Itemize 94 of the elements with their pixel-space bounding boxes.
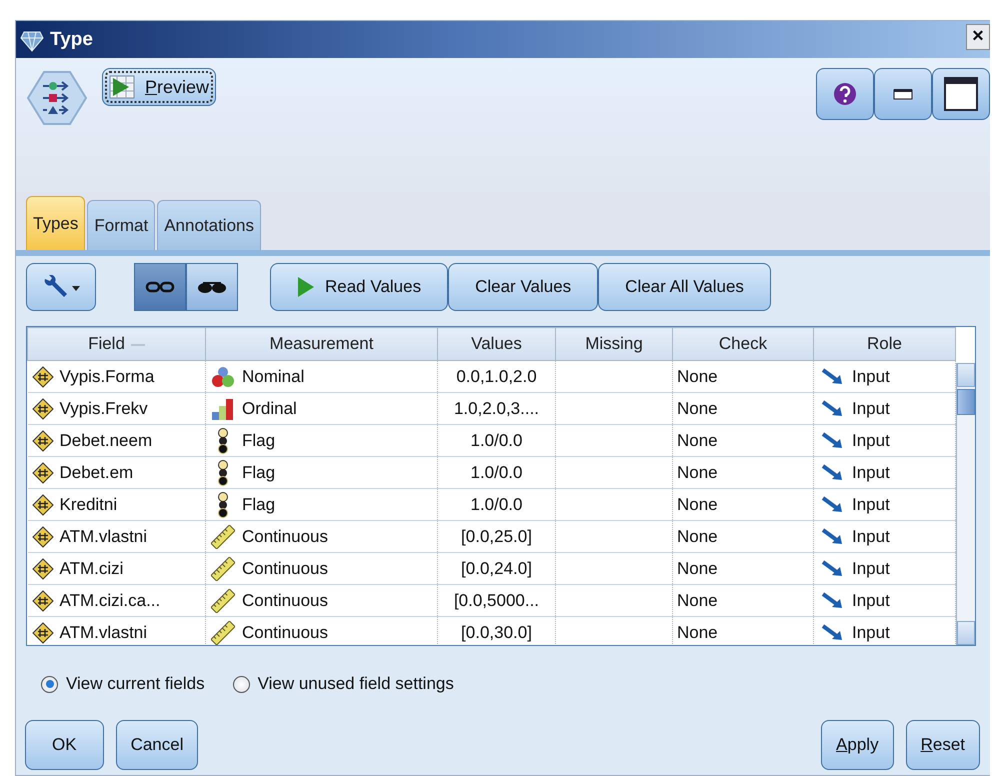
table-cell: None: [677, 398, 718, 418]
column-header[interactable]: Role: [814, 328, 956, 360]
hash-diamond-icon: [32, 398, 54, 420]
table-cell: Ordinal: [242, 398, 297, 418]
column-header[interactable]: Missing: [556, 328, 672, 360]
glasses-icon: [197, 280, 227, 294]
minimize-icon: [893, 88, 913, 100]
view-toggle[interactable]: [186, 263, 238, 311]
table-cell: Input: [852, 590, 890, 610]
radio-option[interactable]: View current fields: [41, 674, 205, 694]
table-cell: 1.0/0.0: [470, 494, 522, 514]
dialog-button[interactable]: OK: [25, 720, 104, 770]
beads-icon: [216, 460, 230, 486]
hash-diamond-icon: [32, 494, 54, 516]
table-cell: [0.0,24.0]: [461, 558, 532, 578]
maximize-button[interactable]: [932, 68, 990, 120]
table-cell: Kreditni: [60, 494, 118, 514]
beads-icon: [216, 492, 230, 518]
tab[interactable]: Types: [26, 196, 86, 250]
table-cell: Input: [852, 462, 890, 482]
hash-diamond-icon: [32, 526, 54, 548]
table-cell: [0.0,30.0]: [461, 622, 532, 642]
help-icon: [833, 82, 857, 106]
table-cell: None: [677, 558, 718, 578]
table-cell: 1.0,2.0,3....: [454, 398, 540, 418]
dialog-button[interactable]: Apply: [821, 720, 894, 770]
circles-icon: [211, 364, 235, 388]
table-cell: None: [677, 430, 718, 450]
hash-diamond-icon: [32, 430, 54, 452]
radio-option[interactable]: View unused field settings: [232, 674, 454, 694]
tab[interactable]: Format: [87, 200, 156, 250]
dialog-button[interactable]: Cancel: [116, 720, 198, 770]
preview-button[interactable]: Preview: [102, 68, 216, 106]
bar-steps-icon: [211, 396, 235, 420]
minimize-button[interactable]: [874, 68, 932, 120]
hash-diamond-icon: [32, 462, 54, 484]
link-icon: [145, 280, 175, 294]
table-cell: [0.0,5000...: [454, 590, 540, 610]
table-cell: ATM.cizi: [60, 558, 124, 578]
table-cell: Input: [852, 366, 890, 386]
table-cell: None: [677, 462, 718, 482]
hash-diamond-icon: [32, 558, 54, 580]
table-cell: Input: [852, 398, 890, 418]
toolbar-button[interactable]: Read Values: [270, 263, 448, 311]
table-cell: ATM.cizi.ca...: [60, 590, 160, 610]
table-cell: Continuous: [242, 558, 328, 578]
table-cell: Input: [852, 558, 890, 578]
table-cell: None: [677, 526, 718, 546]
table-cell: None: [677, 494, 718, 514]
table-cell: Input: [852, 430, 890, 450]
table-cell: Debet.em: [60, 462, 134, 482]
table-cell: Flag: [242, 494, 276, 514]
wrench-dropdown[interactable]: [26, 263, 96, 311]
table-cell: Input: [852, 494, 890, 514]
table-cell: Continuous: [242, 622, 328, 642]
scrollbar[interactable]: [956, 363, 975, 645]
table-cell: Input: [852, 526, 890, 546]
column-header[interactable]: Field: [28, 328, 206, 360]
window-title: Type: [50, 28, 93, 50]
table-cell: Flag: [242, 430, 276, 450]
table-cell: Continuous: [242, 526, 328, 546]
play-icon: [297, 276, 315, 298]
hash-diamond-icon: [32, 622, 54, 644]
toolbar-button[interactable]: Clear All Values: [598, 263, 771, 311]
table-cell: ATM.vlastni: [60, 526, 148, 546]
table-cell: Continuous: [242, 590, 328, 610]
tab[interactable]: Annotations: [157, 200, 261, 250]
table-cell: Nominal: [242, 366, 304, 386]
view-toggle[interactable]: [134, 263, 186, 311]
play-grid-icon: [109, 75, 135, 99]
close-button[interactable]: ×: [966, 24, 990, 50]
table-cell: Debet.neem: [60, 430, 152, 450]
table-cell: None: [677, 622, 718, 642]
column-header[interactable]: Check: [672, 328, 814, 360]
table-cell: ATM.vlastni: [60, 622, 148, 642]
table-cell: 0.0,1.0,2.0: [456, 366, 537, 386]
column-header[interactable]: Values: [438, 328, 556, 360]
table-cell: None: [677, 590, 718, 610]
beads-icon: [216, 428, 230, 454]
table-cell: 1.0/0.0: [470, 462, 522, 482]
hash-diamond-icon: [32, 590, 54, 612]
maximize-icon: [944, 77, 978, 111]
column-header[interactable]: Measurement: [206, 328, 438, 360]
hash-diamond-icon: [32, 366, 54, 388]
table-cell: Input: [852, 622, 890, 642]
table-cell: Vypis.Frekv: [60, 398, 148, 418]
table-cell: Flag: [242, 462, 276, 482]
table-cell: None: [677, 366, 718, 386]
table-cell: Vypis.Forma: [60, 366, 154, 386]
dialog-button[interactable]: Reset: [906, 720, 980, 770]
help-button[interactable]: [816, 68, 874, 120]
table-cell: [0.0,25.0]: [461, 526, 532, 546]
table-cell: 1.0/0.0: [470, 430, 522, 450]
toolbar-button[interactable]: Clear Values: [448, 263, 598, 311]
